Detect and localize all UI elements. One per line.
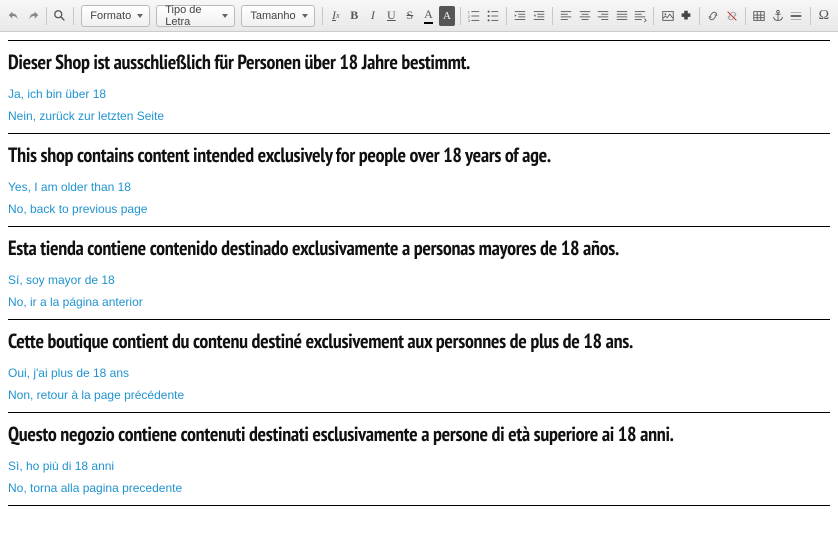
link-no-en[interactable]: No, back to previous page xyxy=(8,202,830,216)
outdent-icon[interactable] xyxy=(512,6,529,26)
link-no-it[interactable]: No, torna alla pagina precedente xyxy=(8,481,830,495)
heading-de: Dieser Shop ist ausschließlich für Perso… xyxy=(8,49,830,75)
font-label: Tipo de Letra xyxy=(165,4,216,28)
underline-icon[interactable]: U xyxy=(383,6,400,26)
redo-icon[interactable] xyxy=(25,6,42,26)
separator xyxy=(506,7,507,25)
size-label: Tamanho xyxy=(250,10,295,22)
link-no-de[interactable]: Nein, zurück zur letzten Seite xyxy=(8,109,830,123)
table-icon[interactable] xyxy=(751,6,768,26)
svg-text:1: 1 xyxy=(468,10,470,14)
align-left-icon[interactable] xyxy=(558,6,575,26)
separator xyxy=(322,7,323,25)
section-en: This shop contains content intended excl… xyxy=(8,134,830,227)
plugin-icon[interactable] xyxy=(678,6,695,26)
section-fr: Cette boutique contient du contenu desti… xyxy=(8,320,830,413)
strikethrough-icon[interactable]: S xyxy=(402,6,419,26)
omega-icon[interactable]: Ω xyxy=(816,6,833,26)
chevron-down-icon xyxy=(222,14,228,18)
anchor-icon[interactable] xyxy=(770,6,787,26)
separator xyxy=(653,7,654,25)
link-no-fr[interactable]: Non, retour à la page précédente xyxy=(8,388,830,402)
italic-icon[interactable]: I xyxy=(365,6,382,26)
indent-icon[interactable] xyxy=(530,6,547,26)
heading-en: This shop contains content intended excl… xyxy=(8,142,830,168)
align-justify-icon[interactable] xyxy=(613,6,630,26)
bg-color-icon[interactable]: A xyxy=(439,6,456,26)
chevron-down-icon xyxy=(137,14,143,18)
svg-text:2: 2 xyxy=(468,14,470,18)
align-right-icon[interactable] xyxy=(595,6,612,26)
font-dropdown[interactable]: Tipo de Letra xyxy=(156,5,235,27)
format-dropdown[interactable]: Formato xyxy=(81,5,150,27)
section-de: Dieser Shop ist ausschließlich für Perso… xyxy=(8,40,830,134)
separator xyxy=(745,7,746,25)
heading-it: Questo negozio contiene contenuti destin… xyxy=(8,421,830,447)
align-center-icon[interactable] xyxy=(576,6,593,26)
link-icon[interactable] xyxy=(705,6,722,26)
image-icon[interactable] xyxy=(659,6,676,26)
link-yes-fr[interactable]: Oui, j'ai plus de 18 ans xyxy=(8,366,830,380)
separator xyxy=(73,7,74,25)
link-yes-es[interactable]: Sí, soy mayor de 18 xyxy=(8,273,830,287)
editor-content[interactable]: Dieser Shop ist ausschließlich für Perso… xyxy=(0,32,838,510)
chevron-down-icon xyxy=(302,14,308,18)
link-yes-de[interactable]: Ja, ich bin über 18 xyxy=(8,87,830,101)
separator xyxy=(810,7,811,25)
separator xyxy=(46,7,47,25)
link-yes-en[interactable]: Yes, I am older than 18 xyxy=(8,180,830,194)
separator xyxy=(552,7,553,25)
svg-text:3: 3 xyxy=(468,19,470,23)
undo-icon[interactable] xyxy=(6,6,23,26)
format-label: Formato xyxy=(90,10,131,22)
link-no-es[interactable]: No, ir a la página anterior xyxy=(8,295,830,309)
heading-es: Esta tienda contiene contenido destinado… xyxy=(8,235,830,261)
section-es: Esta tienda contiene contenido destinado… xyxy=(8,227,830,320)
clear-format-icon[interactable]: Ix xyxy=(327,6,344,26)
separator xyxy=(699,7,700,25)
ordered-list-icon[interactable]: 123 xyxy=(466,6,483,26)
heading-fr: Cette boutique contient du contenu desti… xyxy=(8,328,830,354)
bold-icon[interactable]: B xyxy=(346,6,363,26)
text-color-icon[interactable]: A xyxy=(420,6,437,26)
unordered-list-icon[interactable] xyxy=(485,6,502,26)
hr-icon[interactable] xyxy=(788,6,805,26)
editor-toolbar: Formato Tipo de Letra Tamanho Ix B I U S… xyxy=(0,0,838,32)
size-dropdown[interactable]: Tamanho xyxy=(241,5,314,27)
unlink-icon[interactable] xyxy=(724,6,741,26)
link-yes-it[interactable]: Sì, ho più di 18 anni xyxy=(8,459,830,473)
search-icon[interactable] xyxy=(52,6,69,26)
section-it: Questo negozio contiene contenuti destin… xyxy=(8,413,830,506)
separator xyxy=(460,7,461,25)
align-menu-icon[interactable] xyxy=(632,6,649,26)
